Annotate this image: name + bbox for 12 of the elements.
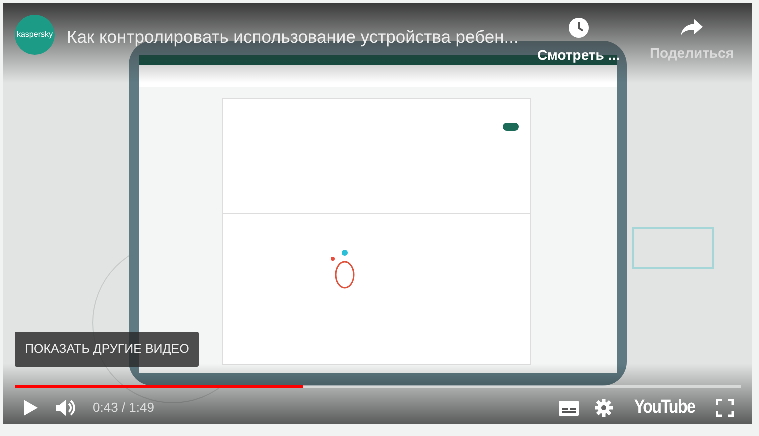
play-icon[interactable] <box>23 399 39 417</box>
clock-icon <box>568 17 590 39</box>
watch-later-button[interactable]: Смотреть ... <box>537 17 620 66</box>
share-icon <box>680 17 704 37</box>
video-title[interactable]: Как контролировать использование устройства ребен... <box>67 24 526 50</box>
time-display: 0:43 / 1:49 <box>93 399 154 418</box>
more-videos-button[interactable]: ПОКАЗАТЬ ДРУГИЕ ВИДЕО <box>15 332 200 367</box>
youtube-logo[interactable]: YouTube <box>634 394 695 422</box>
settings-icon[interactable] <box>594 399 613 417</box>
fullscreen-icon[interactable] <box>716 399 734 417</box>
volume-icon[interactable] <box>55 398 77 418</box>
progress-bar[interactable] <box>15 385 741 388</box>
